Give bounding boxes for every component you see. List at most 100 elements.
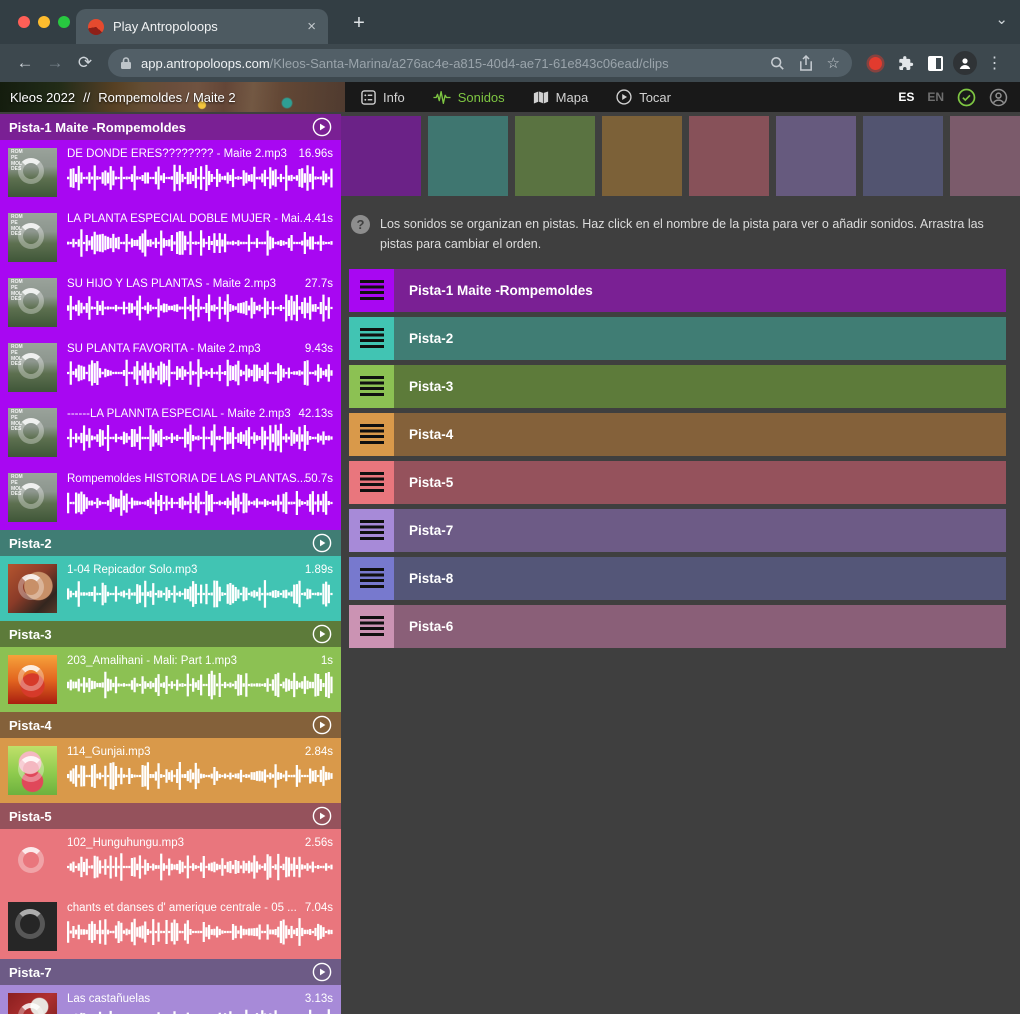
waveform[interactable] [67, 358, 333, 388]
play-track-icon[interactable] [312, 117, 332, 137]
clip-info-row: 102_Hunguhungu.mp32.56s [67, 837, 333, 849]
track-row-bar[interactable]: Pista-4 [394, 413, 1006, 456]
waveform[interactable] [67, 852, 333, 882]
play-track-icon[interactable] [312, 533, 332, 553]
account-icon[interactable] [989, 88, 1008, 107]
sidebar-track-header[interactable]: Pista-5 [0, 803, 341, 829]
reload-button[interactable]: ⟳ [70, 48, 100, 78]
waveform[interactable] [67, 293, 333, 323]
track-row[interactable]: Pista-6 [349, 605, 1006, 648]
sidebar-track-header[interactable]: Pista-3 [0, 621, 341, 647]
clip-body: Rompemoldes HISTORIA DE LAS PLANTAS...50… [67, 473, 333, 522]
track-row-bar[interactable]: Pista-3 [394, 365, 1006, 408]
track-row-bar[interactable]: Pista-1 Maite -Rompemoldes [394, 269, 1006, 312]
close-window-button[interactable] [18, 16, 30, 28]
tab-search-chevron-icon[interactable]: ⌄ [995, 10, 1008, 28]
clip-info-row: chants et danses d' amerique centrale - … [67, 902, 333, 914]
clip-name: 203_Amalihani - Mali: Part 1.mp3 [67, 655, 237, 667]
extensions-puzzle-icon[interactable] [890, 48, 920, 78]
clip-item[interactable]: ROM PE MOL DESRompemoldes HISTORIA DE LA… [0, 465, 341, 530]
browser-tab[interactable]: Play Antropoloops × [76, 9, 328, 44]
back-button[interactable]: ← [10, 48, 40, 78]
clip-item[interactable]: 1-04 Repicador Solo.mp31.89s [0, 556, 341, 621]
nav-label-mapa: Mapa [556, 90, 589, 105]
nav-tab-tocar[interactable]: Tocar [616, 89, 671, 105]
clip-item[interactable]: ROM PE MOL DESLA PLANTA ESPECIAL DOBLE M… [0, 205, 341, 270]
search-icon[interactable] [770, 56, 785, 71]
sidebar-track-header[interactable]: Pista-1 Maite -Rompemoldes [0, 114, 341, 140]
sidebar-track-header[interactable]: Pista-4 [0, 712, 341, 738]
breadcrumb-project[interactable]: Kleos 2022 [10, 90, 75, 105]
clip-thumbnail [8, 746, 57, 795]
drag-handle[interactable] [349, 317, 394, 360]
track-row-name: Pista-1 Maite -Rompemoldes [409, 283, 593, 298]
waveform[interactable] [67, 423, 333, 453]
loading-spinner-icon [18, 418, 44, 444]
recording-extension-icon[interactable] [860, 48, 890, 78]
waveform[interactable] [67, 761, 333, 791]
waveform[interactable] [67, 670, 333, 700]
waveform[interactable] [67, 917, 333, 947]
track-row[interactable]: Pista-7 [349, 509, 1006, 552]
track-row-bar[interactable]: Pista-6 [394, 605, 1006, 648]
track-row-bar[interactable]: Pista-5 [394, 461, 1006, 504]
clip-item[interactable]: 114_Gunjai.mp32.84s [0, 738, 341, 803]
split-screen-extension-icon[interactable] [920, 48, 950, 78]
minimize-window-button[interactable] [38, 16, 50, 28]
track-row[interactable]: Pista-2 [349, 317, 1006, 360]
profile-avatar[interactable] [950, 48, 980, 78]
drag-handle[interactable] [349, 365, 394, 408]
bookmark-star-icon[interactable]: ☆ [827, 54, 840, 72]
drag-handle[interactable] [349, 413, 394, 456]
track-row-bar[interactable]: Pista-2 [394, 317, 1006, 360]
waveform[interactable] [67, 1008, 333, 1014]
tab-close-icon[interactable]: × [307, 18, 316, 35]
track-row-bar[interactable]: Pista-8 [394, 557, 1006, 600]
track-row[interactable]: Pista-4 [349, 413, 1006, 456]
url-text[interactable]: app.antropoloops.com/Kleos-Santa-Marina/… [141, 56, 756, 71]
drag-handle[interactable] [349, 461, 394, 504]
clip-item[interactable]: ROM PE MOL DESSU PLANTA FAVORITA - Maite… [0, 335, 341, 400]
play-track-icon[interactable] [312, 715, 332, 735]
nav-tab-sonidos[interactable]: Sonidos [433, 90, 505, 105]
nav-tab-mapa[interactable]: Mapa [533, 90, 589, 105]
track-row-name: Pista-5 [409, 475, 453, 490]
clip-item[interactable]: Las castañuelas3.13s [0, 985, 341, 1014]
new-tab-button[interactable]: + [344, 9, 374, 37]
play-track-icon[interactable] [312, 962, 332, 982]
clip-item[interactable]: chants et danses d' amerique centrale - … [0, 894, 341, 959]
language-en[interactable]: EN [927, 90, 944, 104]
sidebar-track-name: Pista-1 Maite -Rompemoldes [9, 120, 186, 135]
track-row[interactable]: Pista-3 [349, 365, 1006, 408]
address-bar[interactable]: app.antropoloops.com/Kleos-Santa-Marina/… [108, 49, 852, 77]
check-circle-icon[interactable] [957, 88, 976, 107]
track-row[interactable]: Pista-5 [349, 461, 1006, 504]
waveform[interactable] [67, 579, 333, 609]
waveform[interactable] [67, 228, 333, 258]
nav-tab-info[interactable]: Info [361, 90, 405, 105]
drag-handle[interactable] [349, 269, 394, 312]
clip-item[interactable]: ROM PE MOL DES------LA PLANNTA ESPECIAL … [0, 400, 341, 465]
play-track-icon[interactable] [312, 624, 332, 644]
drag-handle[interactable] [349, 605, 394, 648]
sidebar-track-header[interactable]: Pista-7 [0, 959, 341, 985]
drag-handle[interactable] [349, 557, 394, 600]
clip-item[interactable]: ROM PE MOL DESDE DONDE ERES???????? - Ma… [0, 140, 341, 205]
track-row[interactable]: Pista-1 Maite -Rompemoldes [349, 269, 1006, 312]
browser-menu-icon[interactable]: ⋮ [980, 48, 1010, 78]
play-track-icon[interactable] [312, 806, 332, 826]
share-icon[interactable] [799, 55, 813, 71]
zoom-window-button[interactable] [58, 16, 70, 28]
clip-item[interactable]: ROM PE MOL DESSU HIJO Y LAS PLANTAS - Ma… [0, 270, 341, 335]
drag-handle[interactable] [349, 509, 394, 552]
language-es[interactable]: ES [898, 90, 914, 104]
breadcrumb[interactable]: Kleos 2022 // Rompemoldes / Maite 2 [0, 82, 345, 112]
clip-thumbnail [8, 837, 57, 886]
clip-item[interactable]: 102_Hunguhungu.mp32.56s [0, 829, 341, 894]
sidebar-track-header[interactable]: Pista-2 [0, 530, 341, 556]
clip-item[interactable]: 203_Amalihani - Mali: Part 1.mp31s [0, 647, 341, 712]
track-row-bar[interactable]: Pista-7 [394, 509, 1006, 552]
waveform[interactable] [67, 163, 333, 193]
waveform[interactable] [67, 488, 333, 518]
track-row[interactable]: Pista-8 [349, 557, 1006, 600]
